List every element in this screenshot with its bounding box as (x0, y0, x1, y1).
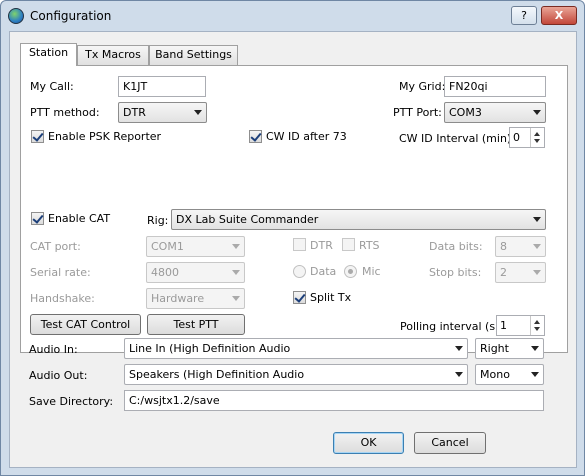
cw-id-checkbox[interactable] (249, 130, 262, 143)
serial-rate-value: 4800 (151, 266, 179, 279)
ptt-port-select[interactable]: COM3 (444, 102, 546, 123)
cw-interval-value: 0 (513, 131, 520, 144)
mic-radio-label: Mic (362, 265, 381, 278)
save-directory-field[interactable]: C:/wsjtx1.2/save (124, 390, 544, 411)
ok-button[interactable]: OK (333, 432, 404, 454)
serial-rate-label: Serial rate: (30, 266, 91, 279)
serial-rate-select[interactable]: 4800 (146, 262, 245, 283)
data-radio-label: Data (310, 265, 337, 278)
audio-out-channel-select[interactable]: Mono (475, 364, 544, 385)
data-bits-label: Data bits: (429, 240, 483, 253)
close-button[interactable]: X (541, 6, 577, 25)
audio-in-channel-select[interactable]: Right (475, 338, 544, 359)
my-grid-field[interactable]: FN20qi (444, 76, 546, 97)
audio-in-select[interactable]: Line In (High Definition Audio (124, 338, 468, 359)
spin-down-icon (534, 139, 540, 143)
polling-label: Polling interval (s): (400, 320, 504, 333)
chevron-down-icon (455, 346, 463, 351)
ptt-port-value: COM3 (449, 106, 482, 119)
chevron-down-icon (533, 270, 541, 275)
tab-station[interactable]: Station (20, 43, 77, 66)
test-ptt-button[interactable]: Test PTT (147, 314, 245, 335)
rts-label: RTS (359, 239, 380, 252)
data-radio[interactable] (293, 265, 306, 278)
handshake-value: Hardware (151, 292, 205, 305)
audio-in-label: Audio In: (29, 343, 78, 356)
spin-buttons[interactable] (530, 316, 544, 335)
my-call-label: My Call: (30, 80, 74, 93)
audio-out-channel-value: Mono (480, 368, 510, 381)
tab-tx-macros[interactable]: Tx Macros (77, 45, 149, 65)
chevron-down-icon (232, 244, 240, 249)
cat-port-label: CAT port: (30, 240, 81, 253)
audio-in-value: Line In (High Definition Audio (129, 342, 291, 355)
enable-cat-checkbox[interactable] (31, 212, 44, 225)
cat-port-select[interactable]: COM1 (146, 236, 245, 257)
data-bits-select[interactable]: 8 (495, 236, 546, 257)
dtr-checkbox[interactable] (293, 238, 306, 251)
spin-buttons[interactable] (530, 128, 544, 147)
psk-reporter-label: Enable PSK Reporter (48, 130, 162, 143)
ptt-method-select[interactable]: DTR (118, 102, 207, 123)
spin-up-icon (534, 132, 540, 136)
dtr-label: DTR (310, 239, 333, 252)
ptt-method-value: DTR (123, 106, 146, 119)
enable-cat-label: Enable CAT (48, 212, 111, 225)
split-tx-checkbox[interactable] (293, 291, 306, 304)
polling-value: 1 (500, 319, 507, 332)
tab-band-settings[interactable]: Band Settings (149, 45, 238, 65)
spin-up-icon (534, 320, 540, 324)
help-button[interactable]: ? (511, 6, 537, 25)
rts-checkbox[interactable] (342, 238, 355, 251)
stop-bits-label: Stop bits: (429, 266, 482, 279)
handshake-label: Handshake: (30, 292, 95, 305)
configuration-window: Configuration ? X Station Tx Macros Band… (0, 0, 585, 476)
psk-reporter-checkbox[interactable] (31, 130, 44, 143)
handshake-select[interactable]: Hardware (146, 288, 245, 309)
my-grid-label: My Grid: (399, 80, 446, 93)
data-bits-value: 8 (500, 240, 507, 253)
cw-interval-spinbox[interactable]: 0 (509, 127, 545, 148)
cat-port-value: COM1 (151, 240, 184, 253)
cw-interval-label: CW ID Interval (min): (399, 132, 515, 145)
audio-out-value: Speakers (High Definition Audio (129, 368, 305, 381)
title-bar: Configuration ? X (1, 1, 584, 31)
audio-in-channel-value: Right (480, 342, 509, 355)
station-panel: My Call: K1JT My Grid: FN20qi PTT method… (20, 65, 568, 353)
chevron-down-icon (455, 372, 463, 377)
split-tx-label: Split Tx (310, 291, 352, 304)
cw-id-label: CW ID after 73 (266, 130, 347, 143)
audio-out-select[interactable]: Speakers (High Definition Audio (124, 364, 468, 385)
ptt-method-label: PTT method: (30, 106, 100, 119)
chevron-down-icon (533, 217, 541, 222)
chevron-down-icon (194, 110, 202, 115)
stop-bits-select[interactable]: 2 (495, 262, 546, 283)
save-directory-label: Save Directory: (29, 395, 114, 408)
test-cat-button[interactable]: Test CAT Control (30, 314, 141, 335)
polling-spinbox[interactable]: 1 (496, 315, 545, 336)
cancel-button[interactable]: Cancel (414, 432, 486, 454)
globe-icon (8, 8, 24, 24)
chevron-down-icon (533, 110, 541, 115)
audio-out-label: Audio Out: (29, 369, 88, 382)
window-title: Configuration (30, 9, 112, 23)
chevron-down-icon (232, 296, 240, 301)
chevron-down-icon (531, 372, 539, 377)
chevron-down-icon (531, 346, 539, 351)
rig-label: Rig: (147, 214, 169, 227)
my-call-field[interactable]: K1JT (118, 76, 206, 97)
dialog-client: Station Tx Macros Band Settings My Call:… (9, 31, 577, 468)
ptt-port-label: PTT Port: (393, 106, 442, 119)
rig-select[interactable]: DX Lab Suite Commander (171, 209, 546, 230)
mic-radio[interactable] (344, 265, 357, 278)
spin-down-icon (534, 327, 540, 331)
chevron-down-icon (533, 244, 541, 249)
stop-bits-value: 2 (500, 266, 507, 279)
rig-value: DX Lab Suite Commander (176, 213, 319, 226)
chevron-down-icon (232, 270, 240, 275)
